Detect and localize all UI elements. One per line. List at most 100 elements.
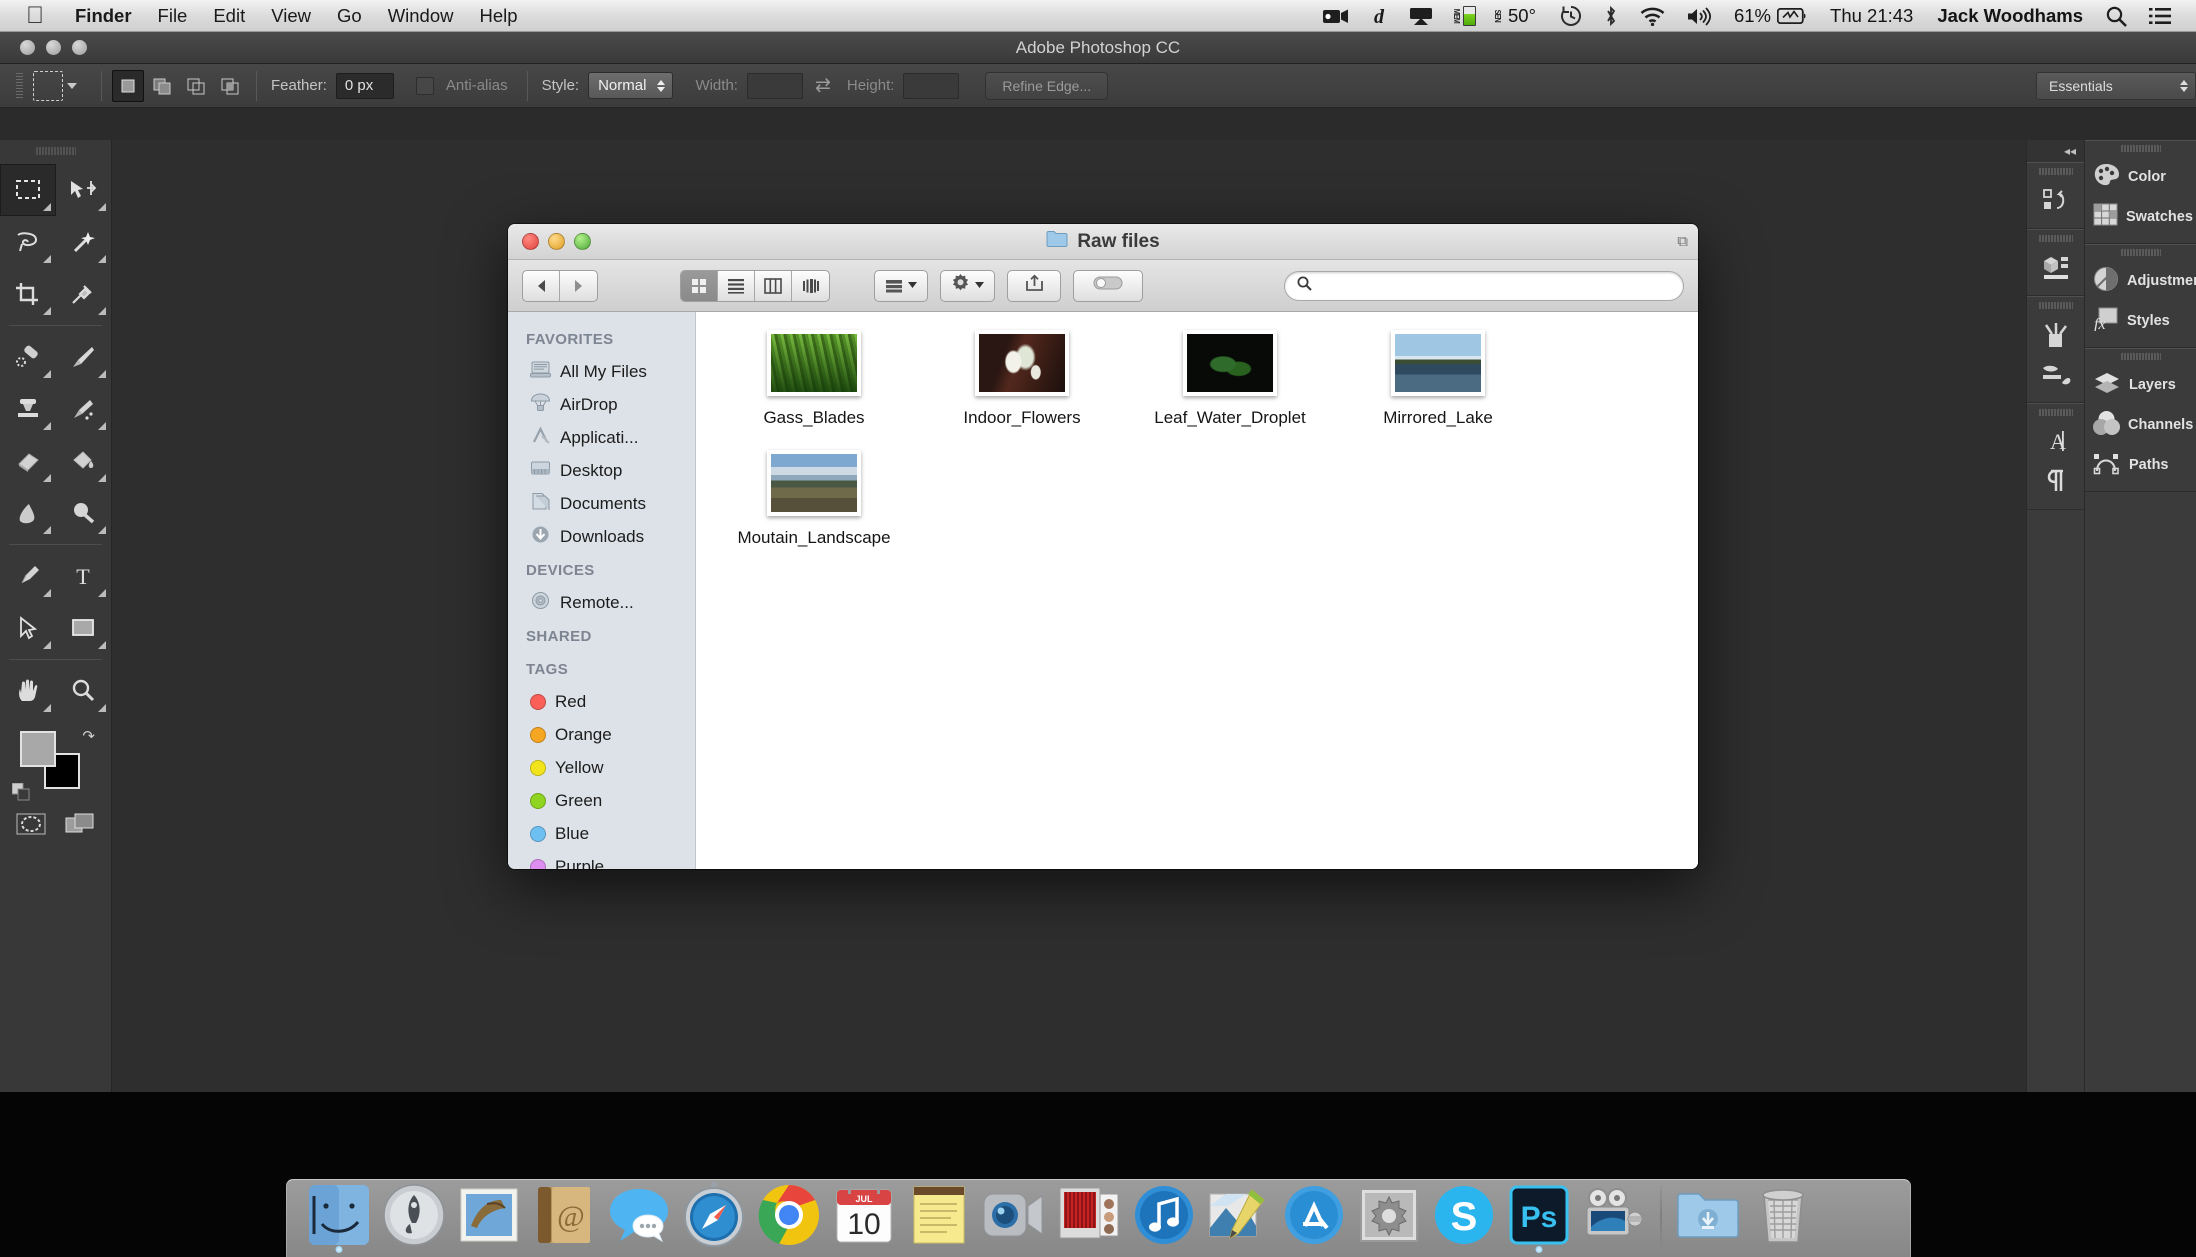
swap-colors-icon[interactable]: ↷ — [82, 727, 95, 745]
zoom-button[interactable] — [72, 40, 87, 55]
panel-grip[interactable] — [2120, 144, 2161, 153]
anti-alias-checkbox[interactable] — [415, 76, 434, 95]
refine-edge-button[interactable]: Refine Edge... — [985, 71, 1109, 100]
toolbar-grip[interactable] — [35, 144, 76, 158]
file-item[interactable]: Mirrored_Lake — [1334, 330, 1542, 428]
menu-edit[interactable]: Edit — [200, 0, 258, 32]
coverflow-view-button[interactable] — [792, 271, 829, 301]
sidebar-tag-orange[interactable]: Orange — [508, 718, 695, 751]
dock-item-imovie[interactable] — [1578, 1179, 1650, 1251]
file-item[interactable]: Indoor_Flowers — [918, 330, 1126, 428]
apple-logo-icon[interactable]:  — [22, 1, 48, 31]
file-item[interactable]: Leaf_Water_Droplet — [1126, 330, 1334, 428]
close-button[interactable] — [20, 40, 35, 55]
panel-channels[interactable]: Channels — [2085, 405, 2196, 445]
brush-presets-panel-icon[interactable] — [2027, 354, 2084, 394]
style-select[interactable]: Normal — [588, 72, 674, 99]
dock-item-system-preferences[interactable] — [1353, 1179, 1425, 1251]
user-name[interactable]: Jack Woodhams — [1925, 5, 2095, 27]
file-item[interactable]: Moutain_Landscape — [710, 450, 918, 548]
crop-tool[interactable] — [0, 268, 56, 320]
wifi-icon[interactable] — [1629, 0, 1676, 32]
bluetooth-icon[interactable] — [1593, 0, 1629, 32]
menu-help[interactable]: Help — [467, 0, 531, 32]
menu-window[interactable]: Window — [375, 0, 467, 32]
magic-wand-tool[interactable] — [56, 216, 112, 268]
dock-item-photo-booth[interactable] — [1053, 1179, 1125, 1251]
brush-panel-icon[interactable] — [2027, 314, 2084, 354]
zoom-tool[interactable] — [56, 665, 112, 717]
share-button[interactable] — [1007, 269, 1061, 302]
sidebar-item-documents[interactable]: Documents — [508, 487, 695, 520]
airplay-icon[interactable] — [1398, 0, 1444, 32]
panel-grip[interactable] — [2120, 248, 2161, 257]
add-to-selection-button[interactable] — [146, 70, 178, 102]
panel-layers[interactable]: Layers — [2085, 365, 2196, 405]
eyedropper-tool[interactable] — [56, 268, 112, 320]
panel-grip[interactable] — [2038, 234, 2073, 243]
sidebar-tag-red[interactable]: Red — [508, 685, 695, 718]
photoshop-window-buttons[interactable] — [20, 40, 87, 55]
back-arrow-icon[interactable] — [523, 270, 560, 301]
dock-item-photoshop[interactable]: Ps — [1503, 1179, 1575, 1253]
sidebar-item-applications[interactable]: Applicati... — [508, 421, 695, 454]
panel-color[interactable]: Color — [2085, 157, 2196, 197]
eraser-tool[interactable] — [0, 435, 56, 487]
column-view-button[interactable] — [755, 270, 792, 301]
rectangular-marquee-icon[interactable] — [33, 70, 63, 101]
tag-button[interactable] — [1073, 269, 1143, 302]
character-panel-icon[interactable]: A — [2027, 421, 2084, 461]
path-selection-tool[interactable] — [0, 602, 56, 654]
menu-view[interactable]: View — [258, 0, 324, 32]
dock-item-mail[interactable] — [453, 1179, 525, 1251]
paragraph-panel-icon[interactable] — [2027, 461, 2084, 501]
panel-paths[interactable]: Paths — [2085, 445, 2196, 485]
sidebar-item-remote-disc[interactable]: Remote... — [508, 586, 695, 619]
clone-stamp-tool[interactable] — [0, 383, 56, 435]
history-brush-tool[interactable] — [56, 383, 112, 435]
video-camera-icon[interactable] — [1312, 0, 1360, 32]
time-machine-icon[interactable] — [1549, 0, 1593, 32]
sidebar-tag-yellow[interactable]: Yellow — [508, 751, 695, 784]
battery-icon[interactable] — [1775, 0, 1818, 32]
dock-item-launchpad[interactable] — [378, 1179, 450, 1251]
3d-panel-icon[interactable] — [2027, 247, 2084, 287]
icon-view-button[interactable] — [681, 270, 718, 301]
arrange-by-button[interactable] — [874, 269, 928, 302]
dock-item-itunes[interactable] — [1128, 1179, 1200, 1251]
dodge-tool[interactable] — [56, 487, 112, 539]
dock-item-contacts[interactable]: @ — [528, 1179, 600, 1251]
navigation-buttons[interactable] — [522, 269, 598, 302]
chevron-down-icon[interactable] — [67, 82, 77, 89]
sidebar-tag-green[interactable]: Green — [508, 784, 695, 817]
clock[interactable]: Thu 21:43 — [1818, 5, 1925, 27]
dock-item-facetime[interactable] — [978, 1179, 1050, 1251]
notification-center-icon[interactable] — [2138, 0, 2182, 32]
type-tool[interactable]: T — [56, 550, 112, 602]
sidebar-tag-blue[interactable]: Blue — [508, 817, 695, 850]
battery-percent[interactable]: 61% — [1722, 5, 1775, 27]
panel-grip[interactable] — [2038, 408, 2073, 417]
memory-gauge-icon[interactable]: MEM — [1444, 6, 1485, 26]
menu-go[interactable]: Go — [324, 0, 375, 32]
dictionary-d-icon[interactable]: d — [1360, 0, 1398, 32]
dock-item-finder[interactable] — [303, 1179, 375, 1253]
workspace-select[interactable]: Essentials — [2036, 72, 2196, 100]
dock-item-skype[interactable]: S — [1428, 1179, 1500, 1251]
collapse-panels-button[interactable]: ◂◂ — [2027, 140, 2084, 162]
selection-mode-buttons[interactable] — [112, 69, 246, 102]
brush-tool[interactable] — [56, 331, 112, 383]
sidebar-item-desktop[interactable]: Desktop — [508, 454, 695, 487]
hand-tool[interactable] — [0, 665, 56, 717]
subtract-from-selection-button[interactable] — [180, 70, 212, 102]
panel-swatches[interactable]: Swatches — [2085, 197, 2196, 237]
dock-item-app-store[interactable] — [1278, 1179, 1350, 1251]
dock-item-messages[interactable] — [603, 1179, 675, 1251]
rectangle-tool[interactable] — [56, 602, 112, 654]
dock-item-safari[interactable] — [678, 1179, 750, 1251]
dock-item-iphoto[interactable] — [1203, 1179, 1275, 1251]
forward-arrow-icon[interactable] — [560, 271, 597, 301]
spot-healing-brush-tool[interactable] — [0, 331, 56, 383]
paint-bucket-tool[interactable] — [56, 435, 112, 487]
move-tool[interactable] — [56, 164, 112, 216]
